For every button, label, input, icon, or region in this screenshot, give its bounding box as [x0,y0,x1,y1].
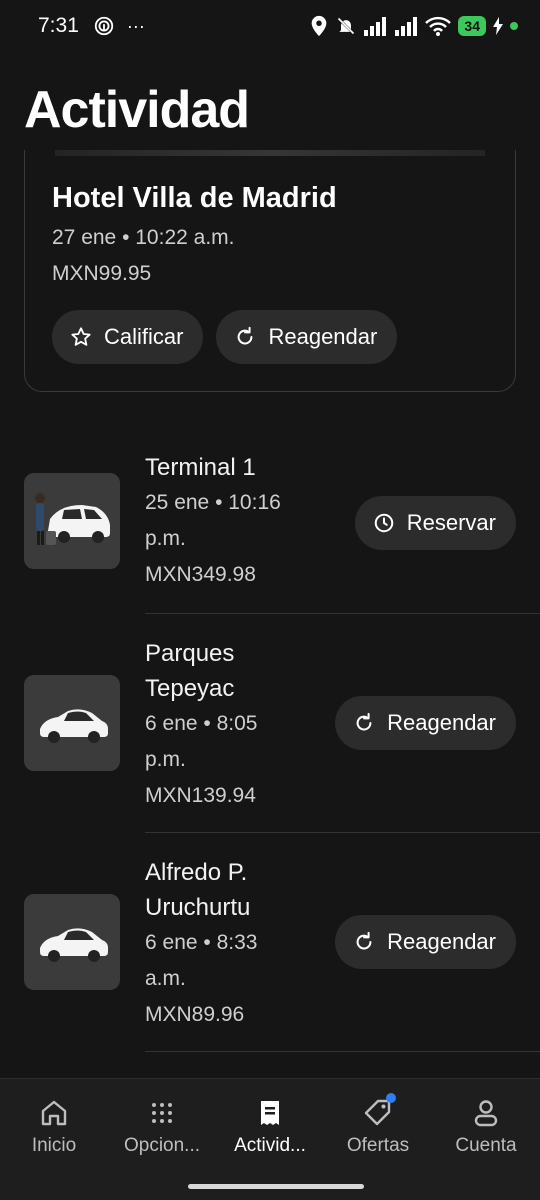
person-icon [474,1100,498,1127]
nav-activity-label: Activid... [234,1135,306,1156]
refresh-icon [238,326,253,345]
sedan-thumbnail [24,675,120,771]
trip-date: 6 ene • 8:33 [145,931,258,954]
clock: 7:31 [38,14,79,37]
grid-icon [152,1103,172,1123]
trip-date: 25 ene • 10:16 [145,491,281,514]
rebook-button[interactable]: Reagendar [335,696,516,750]
reserve-button-label: Reservar [406,510,496,535]
van-thumbnail [24,473,120,569]
trip-destination-line2: Uruchurtu [145,894,251,921]
fingerprint-icon [94,16,114,36]
receipt-icon [261,1101,279,1125]
trip-destination: Terminal 1 [145,454,256,481]
home-gesture-bar[interactable] [188,1184,364,1189]
featured-trip-card[interactable]: Hotel Villa de Madrid 27 ene • 10:22 a.m… [24,150,516,392]
nav-home-label: Inicio [31,1135,77,1156]
nav-options[interactable]: Opcion... [108,1079,216,1200]
clock-icon [374,513,394,533]
signal-icon [364,17,387,36]
sedan-thumbnail [24,894,120,990]
refresh-icon [356,931,372,950]
divider [145,1051,540,1052]
van-with-passenger-image [35,493,110,545]
reserve-button[interactable]: Reservar [354,496,516,550]
rebook-button-label: Reagendar [268,324,378,349]
trip-destination-line1: Parques [145,640,235,667]
trip-info: Alfredo P. Uruchurtu 6 ene • 8:33 a.m. M… [145,855,305,1033]
trip-date-period: p.m. [145,527,186,550]
trip-destination-line2: Tepeyac [145,675,235,702]
trip-destination-line1: Alfredo P. [145,859,248,886]
mute-icon [338,17,355,35]
rebook-button[interactable]: Reagendar [216,310,398,364]
nav-offers-label: Ofertas [346,1135,410,1156]
divider [145,832,540,833]
refresh-icon [356,712,372,731]
trip-date: 27 ene • 10:22 a.m. [52,226,235,249]
nav-home[interactable]: Inicio [0,1079,108,1200]
trip-price: MXN89.96 [145,1003,245,1026]
trip-date-period: a.m. [145,967,186,990]
signal-icon-2 [395,17,418,36]
rebook-button-label: Reagendar [387,710,496,735]
home-icon [41,1100,67,1126]
bottom-navigation: Inicio Opcion... Activid... Ofertas Cuen… [0,1078,540,1200]
sedan-image [40,709,108,743]
rate-button[interactable]: Calificar [52,310,204,364]
trip-date-period: p.m. [145,748,186,771]
charging-icon [493,17,503,35]
nav-activity[interactable]: Activid... [216,1079,324,1200]
status-bar: 7:31 ··· 34 [0,0,540,52]
page-title: Actividad [24,81,250,139]
trip-destination: Hotel Villa de Madrid [52,182,337,214]
divider [145,613,540,614]
nav-options-label: Opcion... [123,1135,201,1156]
more-notifications-icon: ··· [126,15,145,36]
trip-price: MXN139.94 [145,784,256,807]
sedan-image [40,928,108,962]
rate-button-label: Calificar [104,324,184,349]
location-icon [312,15,327,37]
trip-price: MXN349.98 [145,563,256,586]
trip-info: Terminal 1 25 ene • 10:16 p.m. MXN349.98 [145,450,305,593]
privacy-dot [510,22,518,30]
trip-date: 6 ene • 8:05 [145,712,258,735]
trip-info: Parques Tepeyac 6 ene • 8:05 p.m. MXN139… [145,636,305,814]
battery-indicator: 34 [458,16,486,36]
star-icon [71,327,91,346]
nav-account-label: Cuenta [455,1135,517,1156]
rebook-button[interactable]: Reagendar [335,915,516,969]
map-preview-edge [55,150,485,156]
rebook-button-label: Reagendar [387,929,496,954]
nav-account[interactable]: Cuenta [432,1079,540,1200]
wifi-icon [425,16,452,36]
notification-badge [386,1093,396,1103]
nav-offers[interactable]: Ofertas [324,1079,432,1200]
trip-price: MXN99.95 [52,262,152,285]
